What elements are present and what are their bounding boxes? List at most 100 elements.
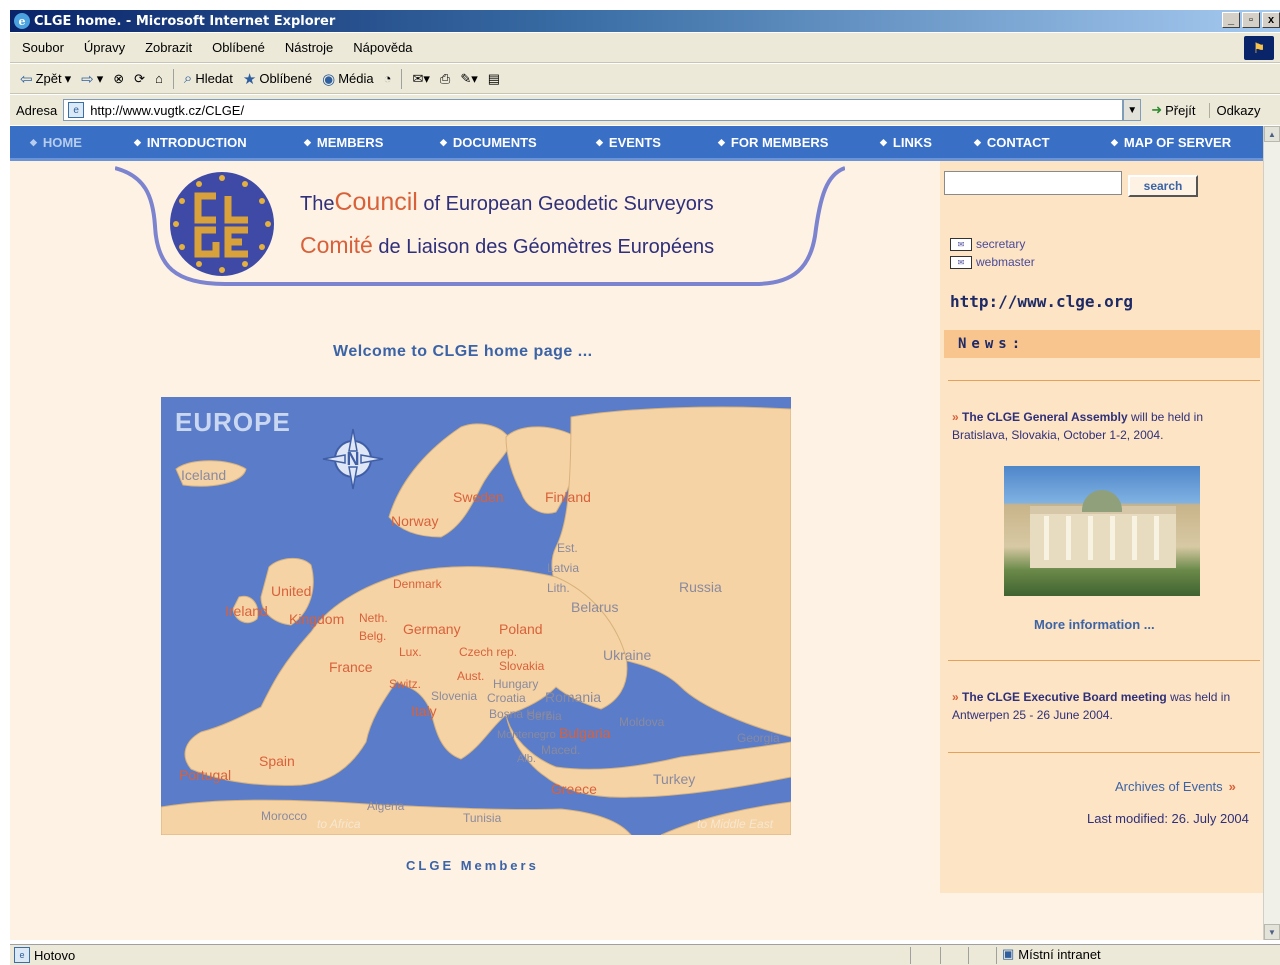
stop-icon[interactable]: ⊗: [113, 71, 124, 87]
map-label-croatia: Croatia: [487, 691, 526, 705]
map-label-algeria: Algeria: [367, 799, 405, 813]
map-label-latvia: Latvia: [547, 561, 580, 575]
back-arrow-icon: ⇦: [20, 70, 33, 88]
scroll-down-icon[interactable]: ▼: [1264, 924, 1280, 940]
diamond-icon: ◆: [30, 137, 37, 147]
map-label-luxembourg: Lux.: [399, 645, 422, 659]
history-icon[interactable]: ◔: [384, 71, 392, 86]
secretary-link[interactable]: ✉ secretary: [950, 237, 1025, 251]
back-button[interactable]: ⇦ Zpět ▾: [20, 70, 71, 88]
search-toolbar-button[interactable]: ⌕ Hledat: [184, 70, 233, 87]
map-label-tunisia: Tunisia: [463, 811, 502, 825]
envelope-icon: ✉: [950, 237, 972, 251]
map-label-romania: Romania: [545, 689, 602, 705]
map-label-italy: Italy: [411, 703, 437, 719]
media-toolbar-button[interactable]: ◉ Média: [322, 70, 374, 88]
address-url[interactable]: http://www.vugtk.cz/CLGE/: [90, 103, 244, 118]
map-label-czech-republic: Czech rep.: [459, 645, 518, 659]
more-information-link[interactable]: More information ...: [1034, 617, 1155, 632]
nav-map-of-server[interactable]: ◆ MAP OF SERVER: [1111, 135, 1231, 150]
diamond-icon: ◆: [134, 137, 141, 147]
menu-favorites[interactable]: Oblíbené: [212, 40, 265, 55]
home-icon[interactable]: ⌂: [155, 71, 163, 86]
map-label-portugal: Portugal: [179, 767, 232, 783]
refresh-icon[interactable]: ⟳: [134, 71, 145, 87]
forward-button[interactable]: ⇨ ▾: [81, 70, 103, 88]
site-url[interactable]: http://www.clge.org: [950, 292, 1133, 311]
favorites-icon: ★: [242, 70, 257, 88]
map-label-belarus: Belarus: [571, 599, 619, 615]
status-cell: [968, 947, 969, 964]
header-the: The: [300, 193, 335, 215]
map-label-iceland: Iceland: [181, 467, 227, 483]
standard-toolbar: ⇦ Zpět ▾ ⇨ ▾ ⊗ ⟳ ⌂ ⌕ Hledat ★ Oblíbené ◉…: [10, 64, 1280, 94]
vertical-scrollbar[interactable]: ▲ ▼: [1263, 126, 1280, 940]
forward-arrow-icon: ⇨: [81, 70, 94, 88]
search-toolbar-label: Hledat: [195, 71, 233, 86]
map-label-to-middle-east: to Middle East: [697, 817, 774, 831]
site-search-input[interactable]: [944, 171, 1122, 195]
go-arrow-icon: ➜: [1151, 102, 1163, 117]
europe-member-map[interactable]: EUROPE N Iceland Sweden Finland Norway E…: [161, 397, 791, 835]
clge-members-link[interactable]: CLGE Members: [406, 858, 539, 873]
print-icon[interactable]: ⎙: [440, 71, 450, 87]
news-heading: News:: [944, 330, 1260, 358]
security-zone: ▣ Místní intranet: [1002, 946, 1101, 962]
status-cell: [940, 947, 941, 964]
discuss-icon[interactable]: ▤: [488, 71, 500, 87]
nav-contact[interactable]: ◆ CONTACT: [974, 135, 1050, 150]
news-bullet-icon: »: [952, 410, 959, 424]
address-input[interactable]: e http://www.vugtk.cz/CLGE/: [63, 99, 1124, 121]
window-title: CLGE home. - Microsoft Internet Explorer: [34, 13, 336, 29]
map-label-finland: Finland: [545, 489, 591, 505]
menu-help[interactable]: Nápověda: [353, 40, 412, 55]
menu-view[interactable]: Zobrazit: [145, 40, 192, 55]
go-label: Přejít: [1165, 102, 1196, 118]
map-label-ireland: Ireland: [225, 603, 268, 619]
nav-documents[interactable]: ◆ DOCUMENTS: [440, 135, 537, 150]
nav-for-members[interactable]: ◆ FOR MEMBERS: [718, 135, 828, 150]
news-headline-link[interactable]: The CLGE General Assembly: [962, 410, 1128, 424]
map-label-moldova: Moldova: [619, 715, 665, 729]
favorites-toolbar-button[interactable]: ★ Oblíbené: [243, 70, 312, 88]
search-button[interactable]: search: [1128, 175, 1198, 197]
nav-links[interactable]: ◆ LINKS: [880, 135, 932, 150]
secretary-label: secretary: [976, 237, 1026, 251]
nav-home[interactable]: ◆ HOME: [30, 135, 82, 150]
diamond-icon: ◆: [440, 137, 447, 147]
nav-for-members-label: FOR MEMBERS: [730, 135, 829, 150]
page-icon: e: [68, 102, 85, 118]
nav-events[interactable]: ◆ EVENTS: [596, 135, 661, 150]
back-dropdown-icon[interactable]: ▾: [65, 71, 72, 87]
menu-edit[interactable]: Úpravy: [84, 40, 125, 55]
menu-tools[interactable]: Nástroje: [285, 40, 333, 55]
minimize-button[interactable]: _: [1222, 12, 1240, 28]
right-sidebar: search ✉ secretary ✉ webmaster http://ww…: [940, 161, 1263, 893]
nav-members[interactable]: ◆ MEMBERS: [304, 135, 383, 150]
close-button[interactable]: x: [1262, 12, 1280, 28]
go-button[interactable]: ➜ Přejít: [1151, 102, 1195, 118]
diamond-icon: ◆: [596, 137, 603, 147]
scroll-up-icon[interactable]: ▲: [1264, 126, 1280, 142]
photo-column: [1066, 516, 1071, 560]
map-label-morocco: Morocco: [261, 809, 308, 823]
news-headline-link[interactable]: The CLGE Executive Board meeting: [962, 690, 1167, 704]
nav-events-label: EVENTS: [608, 135, 661, 150]
mail-icon[interactable]: ✉▾: [412, 71, 429, 87]
nav-documents-label: DOCUMENTS: [452, 135, 537, 150]
address-label: Adresa: [16, 102, 58, 118]
last-modified: Last modified: 26. July 2004: [1087, 811, 1249, 826]
links-button[interactable]: Odkazy: [1209, 102, 1261, 118]
address-dropdown-icon[interactable]: ▼: [1123, 99, 1142, 121]
news-photo[interactable]: [1004, 466, 1200, 596]
menu-file[interactable]: Soubor: [22, 40, 64, 55]
diamond-icon: ◆: [974, 137, 981, 147]
nav-introduction[interactable]: ◆ INTRODUCTION: [134, 135, 247, 150]
forward-dropdown-icon[interactable]: ▾: [97, 71, 104, 87]
archives-of-events-link[interactable]: Archives of Events »: [1115, 779, 1236, 794]
edit-icon[interactable]: ✎▾: [460, 71, 477, 87]
webmaster-link[interactable]: ✉ webmaster: [950, 255, 1035, 269]
maximize-button[interactable]: ▫: [1242, 12, 1260, 28]
menu-bar: Soubor Úpravy Zobrazit Oblíbené Nástroje…: [10, 33, 1280, 63]
map-label-lithuania: Lith.: [547, 581, 570, 595]
